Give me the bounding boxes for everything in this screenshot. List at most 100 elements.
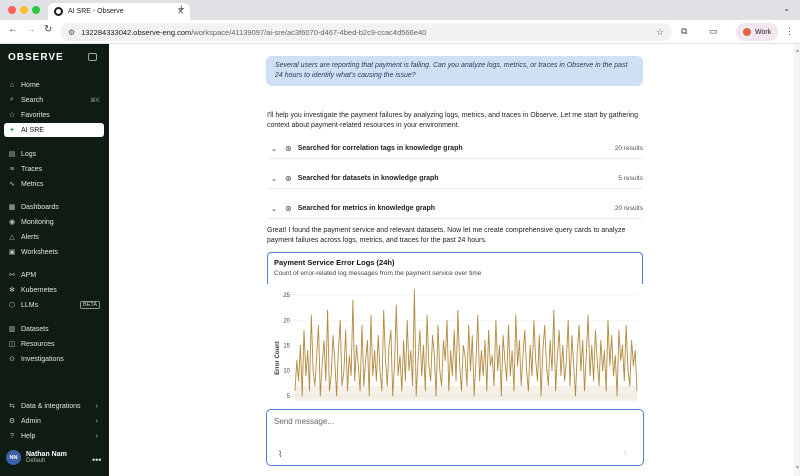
sidebar-item-alerts[interactable]: △ Alerts xyxy=(4,230,104,244)
scrollbar[interactable] xyxy=(794,44,800,476)
sidebar-item-label: Dashboards xyxy=(21,203,59,211)
datasets-icon: ▥ xyxy=(8,326,16,333)
sidebar-item-datasets[interactable]: ▥ Datasets xyxy=(4,322,104,336)
tool-call-count: 20 results xyxy=(614,145,643,152)
sidebar-item-apm[interactable]: ⚯ APM xyxy=(4,268,104,282)
user-org: Default xyxy=(26,458,46,464)
address-bar[interactable]: ⚙ 132284333042.observe-eng.com/workspace… xyxy=(60,23,672,41)
sidebar-item-label: Traces xyxy=(21,165,43,173)
brain-icon: ⊛ xyxy=(285,204,292,213)
sidebar-item-label: Help xyxy=(21,432,36,440)
baseline-band xyxy=(295,385,637,401)
profile-button[interactable]: Work xyxy=(736,23,779,41)
sidebar-item-label: Logs xyxy=(21,150,37,158)
user-profile[interactable]: NN Nathan Nam Default xyxy=(6,450,67,465)
sidebar-item-label: Worksheets xyxy=(21,248,58,256)
sidebar-item-worksheets[interactable]: ▣ Worksheets xyxy=(4,245,104,259)
monitoring-icon: ◉ xyxy=(8,219,16,226)
tool-call-row[interactable]: ⌄ ⊛ Searched for metrics in knowledge gr… xyxy=(267,199,643,219)
sidebar-item-metrics[interactable]: ∿ Metrics xyxy=(4,177,104,191)
traces-icon: ≡ xyxy=(9,165,15,173)
user-name: Nathan Nam xyxy=(26,451,67,458)
tab-title: AI SRE - Observe xyxy=(68,8,124,15)
shortcut-hint: ⌘K xyxy=(89,97,100,104)
query-card[interactable]: Payment Service Error Logs (24h) Count o… xyxy=(267,252,643,284)
back-arrow-icon[interactable]: ← xyxy=(8,24,18,35)
sidebar-item-search[interactable]: ⌕ Search ⌘K xyxy=(4,93,104,107)
error-count-chart: 5 10 15 20 25 Error Count xyxy=(275,289,638,401)
reload-icon[interactable]: ↻ xyxy=(44,24,52,35)
message-composer: ⌇ ↑ xyxy=(266,409,644,466)
resources-icon: ◫ xyxy=(8,341,16,348)
window-minimize-button[interactable] xyxy=(20,6,28,14)
chat-panel: Several users are reporting that payment… xyxy=(109,44,794,476)
sidebar-item-label: AI SRE xyxy=(21,126,44,134)
sidebar: OBSERVE ⌂ Home ⌕ Search ⌘K ☆ Favorites ✦ AI SRE ▤… xyxy=(0,44,109,476)
window-zoom-button[interactable] xyxy=(32,6,40,14)
sidebar-item-dashboards[interactable]: ▦ Dashboards xyxy=(4,200,104,214)
browser-menu-icon[interactable]: ⋮ xyxy=(785,26,794,37)
collapse-sidebar-icon[interactable] xyxy=(88,53,97,61)
sidebar-item-llms[interactable]: ⬡ LLMs BETA xyxy=(4,298,104,312)
sidebar-item-label: Data & integrations xyxy=(21,402,81,410)
browser-tab-bar: AI SRE - Observe ✕ + ⌄ xyxy=(0,0,800,20)
y-tick-label: 15 xyxy=(283,343,290,349)
sidebar-item-favorites[interactable]: ☆ Favorites xyxy=(4,108,104,122)
profile-label: Work xyxy=(755,28,772,36)
sidebar-item-kubernetes[interactable]: ✻ Kubernetes xyxy=(4,283,104,297)
sidebar-item-label: Home xyxy=(21,81,40,89)
kubernetes-icon: ✻ xyxy=(9,287,15,294)
sidebar-item-logs[interactable]: ▤ Logs xyxy=(4,147,104,161)
cast-icon[interactable]: ▭ xyxy=(709,26,718,37)
sidebar-item-help[interactable]: ? Help › xyxy=(4,429,104,443)
home-icon: ⌂ xyxy=(9,81,15,89)
window-close-button[interactable] xyxy=(8,6,16,14)
attach-paperclip-icon[interactable]: ⌇ xyxy=(278,449,282,460)
observe-logo[interactable]: OBSERVE xyxy=(8,52,64,63)
profile-avatar-icon xyxy=(743,28,751,36)
sidebar-item-ai-sre[interactable]: ✦ AI SRE xyxy=(4,123,104,137)
assistant-message: I'll help you investigate the payment fa… xyxy=(267,112,638,129)
tool-call-count: 5 results xyxy=(618,175,643,182)
sidebar-item-monitoring[interactable]: ◉ Monitoring xyxy=(4,215,104,229)
tool-call-row[interactable]: ⌄ ⊛ Searched for datasets in knowledge g… xyxy=(267,169,643,189)
series-line xyxy=(294,289,638,397)
sidebar-item-admin[interactable]: ⚙ Admin › xyxy=(4,414,104,428)
tool-call-row[interactable]: ⌄ ⊛ Searched for correlation tags in kno… xyxy=(267,139,643,159)
site-settings-icon[interactable]: ⚙ xyxy=(68,28,75,37)
beta-badge: BETA xyxy=(80,301,100,309)
investigations-icon: ⊙ xyxy=(9,356,15,363)
browser-tab[interactable]: AI SRE - Observe ✕ xyxy=(48,3,190,20)
sparkle-icon: ✦ xyxy=(9,127,15,134)
bookmark-star-icon[interactable]: ☆ xyxy=(656,27,664,38)
extensions-puzzle-icon[interactable]: ⧉ xyxy=(681,26,687,37)
sidebar-item-label: Favorites xyxy=(21,111,50,119)
forward-arrow-icon[interactable]: → xyxy=(26,24,36,35)
sidebar-item-resources[interactable]: ◫ Resources xyxy=(4,337,104,351)
sidebar-item-traces[interactable]: ≡ Traces xyxy=(4,162,104,176)
browser-toolbar: ← → ↻ ⚙ 132284333042.observe-eng.com/wor… xyxy=(0,20,800,44)
user-menu-ellipsis-icon[interactable]: ••• xyxy=(92,455,101,465)
sidebar-item-label: Alerts xyxy=(21,233,39,241)
message-input[interactable] xyxy=(274,417,634,426)
scroll-down-icon[interactable]: ▼ xyxy=(795,465,800,471)
send-arrow-icon[interactable]: ↑ xyxy=(623,448,628,458)
sidebar-item-label: Metrics xyxy=(21,180,44,188)
y-axis-label: Error Count xyxy=(275,341,281,375)
scroll-up-icon[interactable]: ▲ xyxy=(795,48,800,54)
chevron-down-icon: ⌄ xyxy=(271,205,277,213)
sidebar-item-data-integrations[interactable]: ⇆ Data & integrations › xyxy=(4,399,104,413)
sidebar-item-investigations[interactable]: ⊙ Investigations xyxy=(4,352,104,366)
new-tab-button[interactable]: + xyxy=(178,3,184,15)
tool-call-label: Searched for correlation tags in knowled… xyxy=(297,145,463,152)
brain-icon: ⊛ xyxy=(285,174,292,183)
help-icon: ? xyxy=(10,432,14,440)
llm-icon: ⬡ xyxy=(8,302,16,309)
sidebar-item-home[interactable]: ⌂ Home xyxy=(4,78,104,92)
query-card-subtitle: Count of error-related log messages from… xyxy=(274,270,482,277)
brain-icon: ⊛ xyxy=(285,144,292,153)
url-text: 132284333042.observe-eng.com/workspace/4… xyxy=(81,27,427,37)
chevron-right-icon: › xyxy=(95,417,98,425)
tab-search-chevron-icon[interactable]: ⌄ xyxy=(783,4,790,13)
tool-call-count: 20 results xyxy=(614,205,643,212)
